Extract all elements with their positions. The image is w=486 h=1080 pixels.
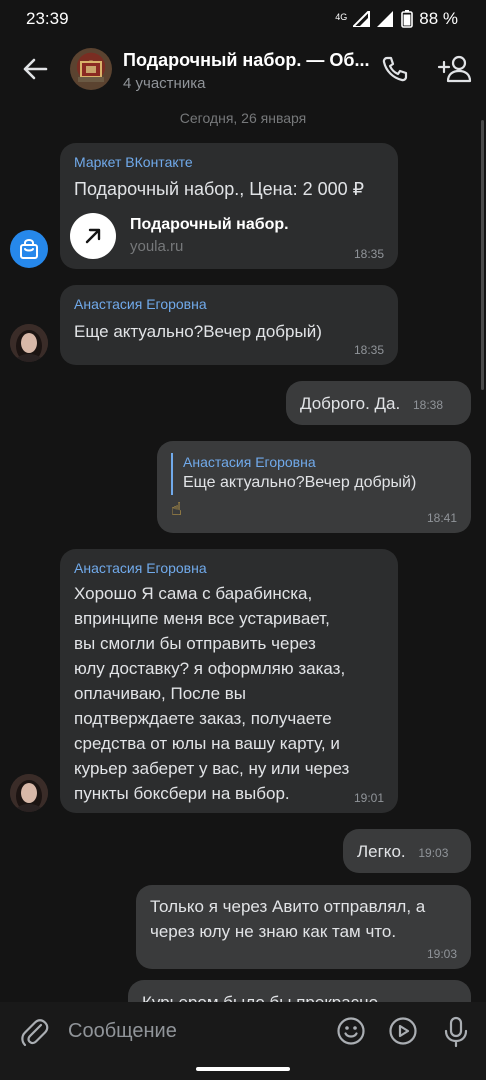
message-time: 18:35 — [353, 343, 384, 357]
emoji-icon — [337, 1017, 365, 1045]
text-line: Хорошо Я сама с барабинска, — [74, 584, 313, 603]
message-text: Доброго. Да. — [300, 394, 401, 413]
home-indicator[interactable] — [196, 1067, 290, 1071]
back-arrow-icon — [23, 58, 48, 80]
message-time: 19:03 — [426, 947, 457, 961]
text-line: средства от юлы на вашу карту, и — [74, 734, 340, 753]
text-line: Только я через Авито отправлял, а — [150, 897, 426, 916]
back-button[interactable] — [18, 52, 52, 86]
message-bubble-outgoing[interactable]: Только я через Авито отправлял, а через … — [136, 885, 471, 969]
chat-avatar[interactable] — [70, 48, 112, 90]
message-bubble-outgoing[interactable]: Легко. 19:03 — [343, 829, 471, 873]
link-circle — [70, 213, 116, 259]
message-bubble[interactable]: Маркет ВКонтакте Подарочный набор., Цена… — [60, 143, 398, 269]
battery-level: 88 % — [419, 9, 458, 28]
text-line: впринципе меня все устаривает, — [74, 609, 330, 628]
link-domain: youla.ru — [130, 238, 184, 255]
message-bubble[interactable]: Анастасия Егоровна Еще актуально?Вечер д… — [60, 285, 398, 365]
user-avatar[interactable] — [10, 774, 48, 812]
battery-icon — [401, 10, 414, 28]
status-indicators: 4G 88 % — [335, 9, 458, 29]
reply-text: Еще актуально?Вечер добрый) — [183, 474, 417, 491]
message-input[interactable]: Сообщение — [68, 1020, 177, 1043]
message-time: 18:41 — [426, 511, 457, 525]
user-avatar[interactable] — [10, 324, 48, 362]
add-member-button[interactable] — [436, 52, 474, 86]
text-line: курьер заберет у вас, ну или через — [74, 759, 350, 778]
chat-title[interactable]: Подарочный набор. — Об... — [123, 50, 370, 71]
date-separator: Сегодня, 26 января — [179, 110, 307, 126]
link-title: Подарочный набор. — [130, 216, 289, 233]
shopping-bag-icon — [20, 238, 38, 259]
message-time: 18:35 — [353, 247, 384, 261]
signal-icon — [353, 11, 371, 27]
message-bubble-outgoing[interactable]: Анастасия Егоровна Еще актуально?Вечер д… — [157, 441, 471, 533]
message-time: 18:38 — [412, 398, 443, 412]
emoji-button[interactable] — [336, 1016, 366, 1046]
message-sender[interactable]: Маркет ВКонтакте — [74, 153, 384, 171]
chat-header: Подарочный набор. — Об... 4 участника — [0, 38, 486, 102]
text-line: юлу доставку? я оформляю заказ, — [74, 659, 346, 678]
text-line: подтверждаете заказ, получаете — [74, 709, 332, 728]
signal-icon-2 — [377, 11, 394, 27]
message-time: 19:03 — [418, 846, 449, 860]
text-line: через юлу не знаю как там что. — [150, 922, 397, 941]
market-avatar[interactable] — [10, 230, 48, 268]
message-sender[interactable]: Анастасия Егоровна — [74, 295, 384, 313]
status-bar: 23:39 4G 88 % — [0, 0, 486, 38]
text-line: вы смогли бы отправить через — [74, 634, 316, 653]
arrow-up-right-icon — [85, 228, 101, 244]
participants-count[interactable]: 4 участника — [123, 75, 205, 92]
reply-quote[interactable]: Анастасия Егоровна Еще актуально?Вечер д… — [171, 453, 457, 495]
call-button[interactable] — [378, 52, 412, 86]
message-text: Легко. — [357, 842, 406, 861]
message-bubble[interactable]: Анастасия Егоровна Хорошо Я сама с бараб… — [60, 549, 398, 813]
reply-sender: Анастасия Егоровна — [183, 454, 316, 470]
text-line: оплачиваю, После вы — [74, 684, 247, 703]
scrollbar[interactable] — [481, 120, 484, 390]
video-message-button[interactable] — [388, 1016, 418, 1046]
status-time: 23:39 — [26, 9, 69, 28]
attach-button[interactable] — [18, 1016, 52, 1050]
message-text: ☝ — [171, 499, 182, 519]
play-icon — [389, 1017, 417, 1045]
message-sender[interactable]: Анастасия Егоровна — [74, 559, 384, 577]
message-bubble-outgoing[interactable]: Доброго. Да. 18:38 — [286, 381, 471, 425]
network-label: 4G — [335, 12, 348, 22]
link-attachment[interactable]: Подарочный набор. youla.ru — [70, 213, 289, 259]
add-user-icon — [437, 55, 472, 83]
text-line: пункты боксбери на выбор. — [74, 784, 290, 803]
link-info: Подарочный набор. youla.ru — [130, 214, 289, 258]
phone-icon — [382, 56, 408, 82]
message-text: Подарочный набор., Цена: 2 000 ₽ — [74, 179, 365, 199]
paperclip-icon — [21, 1019, 49, 1047]
microphone-icon — [444, 1016, 468, 1048]
message-text: Хорошо Я сама с барабинска, впринципе ме… — [74, 581, 384, 806]
voice-message-button[interactable] — [442, 1016, 470, 1048]
message-time: 19:01 — [353, 791, 384, 805]
message-text: Еще актуально?Вечер добрый) — [74, 322, 322, 341]
